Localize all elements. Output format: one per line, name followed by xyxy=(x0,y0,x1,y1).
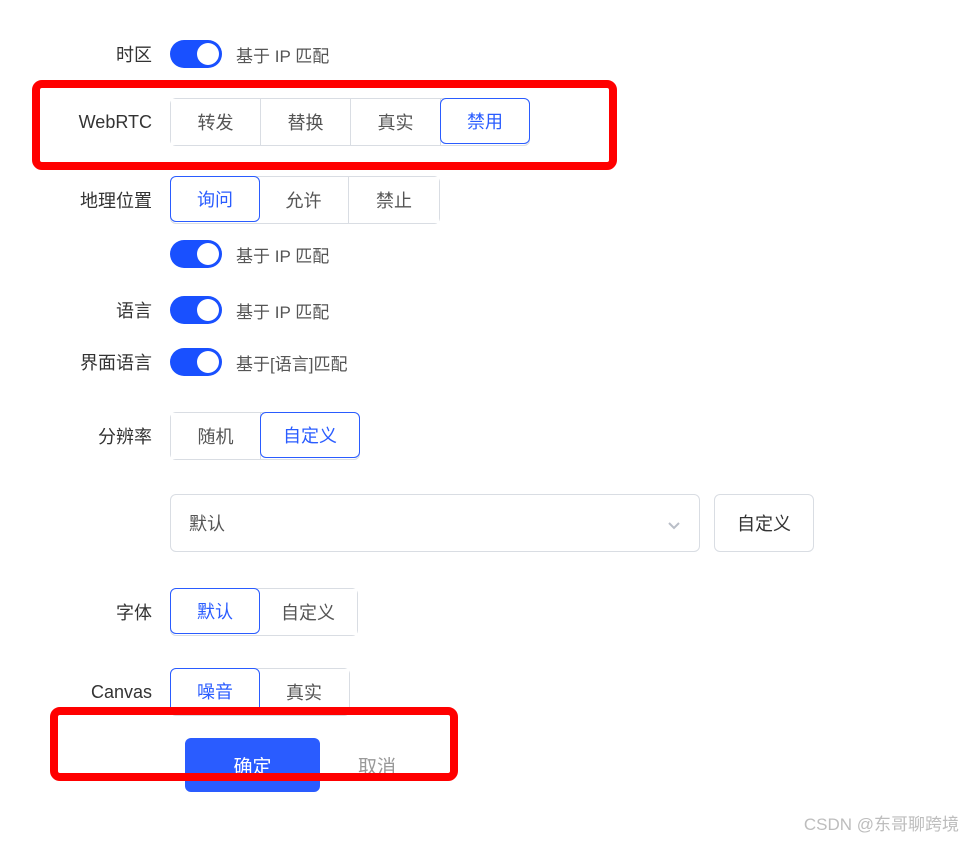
row-language: 语言 基于 IP 匹配 xyxy=(0,284,977,336)
label-language: 语言 xyxy=(0,297,170,323)
seg-webrtc-replace[interactable]: 替换 xyxy=(261,99,351,145)
row-geolocation-ipmatch: 基于 IP 匹配 xyxy=(0,236,977,284)
chevron-down-icon xyxy=(667,516,681,530)
seg-geolocation: 询问 允许 禁止 xyxy=(170,176,440,224)
label-canvas: Canvas xyxy=(0,682,170,703)
toggle-timezone[interactable] xyxy=(170,40,222,68)
seg-webrtc-forward[interactable]: 转发 xyxy=(171,99,261,145)
seg-webrtc: 转发 替换 真实 禁用 xyxy=(170,98,530,146)
btn-resolution-custom[interactable]: 自定义 xyxy=(714,494,814,552)
seg-resolution: 随机 自定义 xyxy=(170,412,360,460)
seg-canvas-real[interactable]: 真实 xyxy=(259,669,349,715)
label-font: 字体 xyxy=(0,599,170,625)
seg-font-default[interactable]: 默认 xyxy=(170,588,260,634)
row-resolution: 分辨率 随机 自定义 xyxy=(0,388,977,472)
ok-button[interactable]: 确定 xyxy=(185,738,320,792)
seg-geo-allow[interactable]: 允许 xyxy=(259,177,349,223)
seg-canvas-noise[interactable]: 噪音 xyxy=(170,668,260,714)
seg-webrtc-real[interactable]: 真实 xyxy=(351,99,441,145)
row-resolution-select: 默认 自定义 xyxy=(0,472,977,564)
cancel-button[interactable]: 取消 xyxy=(358,752,396,779)
seg-canvas: 噪音 真实 xyxy=(170,668,350,716)
select-resolution[interactable]: 默认 xyxy=(170,494,700,552)
row-webrtc: WebRTC 转发 替换 真实 禁用 xyxy=(0,80,977,164)
label-timezone: 时区 xyxy=(0,41,170,67)
seg-res-random[interactable]: 随机 xyxy=(171,413,261,459)
row-actions: 确定 取消 xyxy=(0,728,977,792)
row-timezone: 时区 基于 IP 匹配 xyxy=(0,28,977,80)
seg-font: 默认 自定义 xyxy=(170,588,358,636)
toggle-ui-language[interactable] xyxy=(170,348,222,376)
seg-geo-deny[interactable]: 禁止 xyxy=(349,177,439,223)
label-ui-language: 界面语言 xyxy=(0,349,170,375)
toggle-geolocation[interactable] xyxy=(170,240,222,268)
label-geolocation: 地理位置 xyxy=(0,187,170,213)
toggle-label-geolocation: 基于 IP 匹配 xyxy=(236,242,329,267)
toggle-label-ui-language: 基于[语言]匹配 xyxy=(236,350,347,375)
seg-geo-ask[interactable]: 询问 xyxy=(170,176,260,222)
seg-font-custom[interactable]: 自定义 xyxy=(259,589,357,635)
row-ui-language: 界面语言 基于[语言]匹配 xyxy=(0,336,977,388)
label-webrtc: WebRTC xyxy=(0,112,170,133)
seg-webrtc-disable[interactable]: 禁用 xyxy=(440,98,530,144)
toggle-label-language: 基于 IP 匹配 xyxy=(236,298,329,323)
seg-res-custom[interactable]: 自定义 xyxy=(260,412,360,458)
watermark: CSDN @东哥聊跨境 xyxy=(804,810,959,835)
toggle-language[interactable] xyxy=(170,296,222,324)
toggle-label-timezone: 基于 IP 匹配 xyxy=(236,42,329,67)
select-resolution-value: 默认 xyxy=(189,510,225,536)
row-canvas: Canvas 噪音 真实 xyxy=(0,648,977,728)
row-font: 字体 默认 自定义 xyxy=(0,564,977,648)
row-geolocation: 地理位置 询问 允许 禁止 xyxy=(0,164,977,236)
label-resolution: 分辨率 xyxy=(0,423,170,449)
